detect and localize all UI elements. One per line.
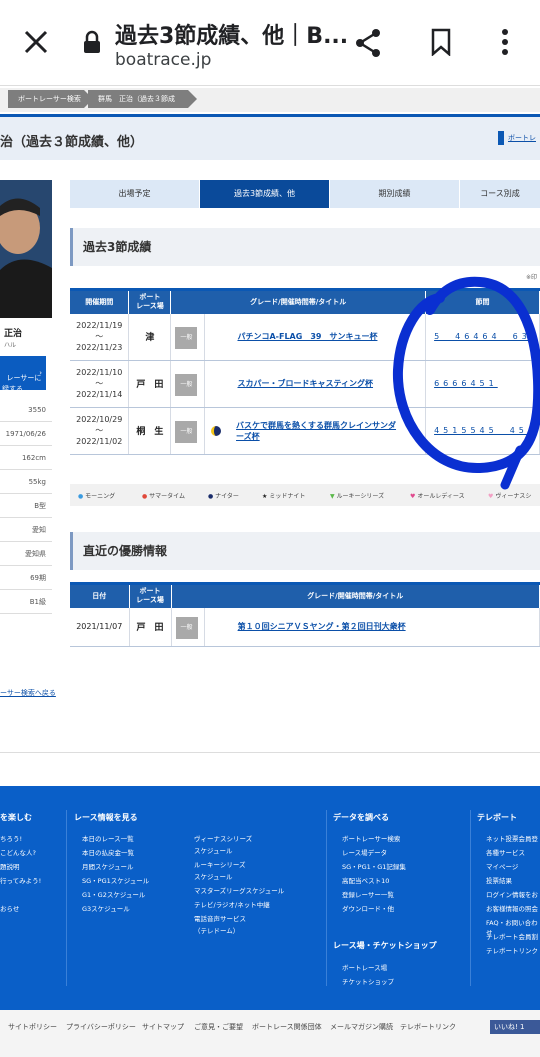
- handdrawn-circle-annotation: [392, 276, 540, 490]
